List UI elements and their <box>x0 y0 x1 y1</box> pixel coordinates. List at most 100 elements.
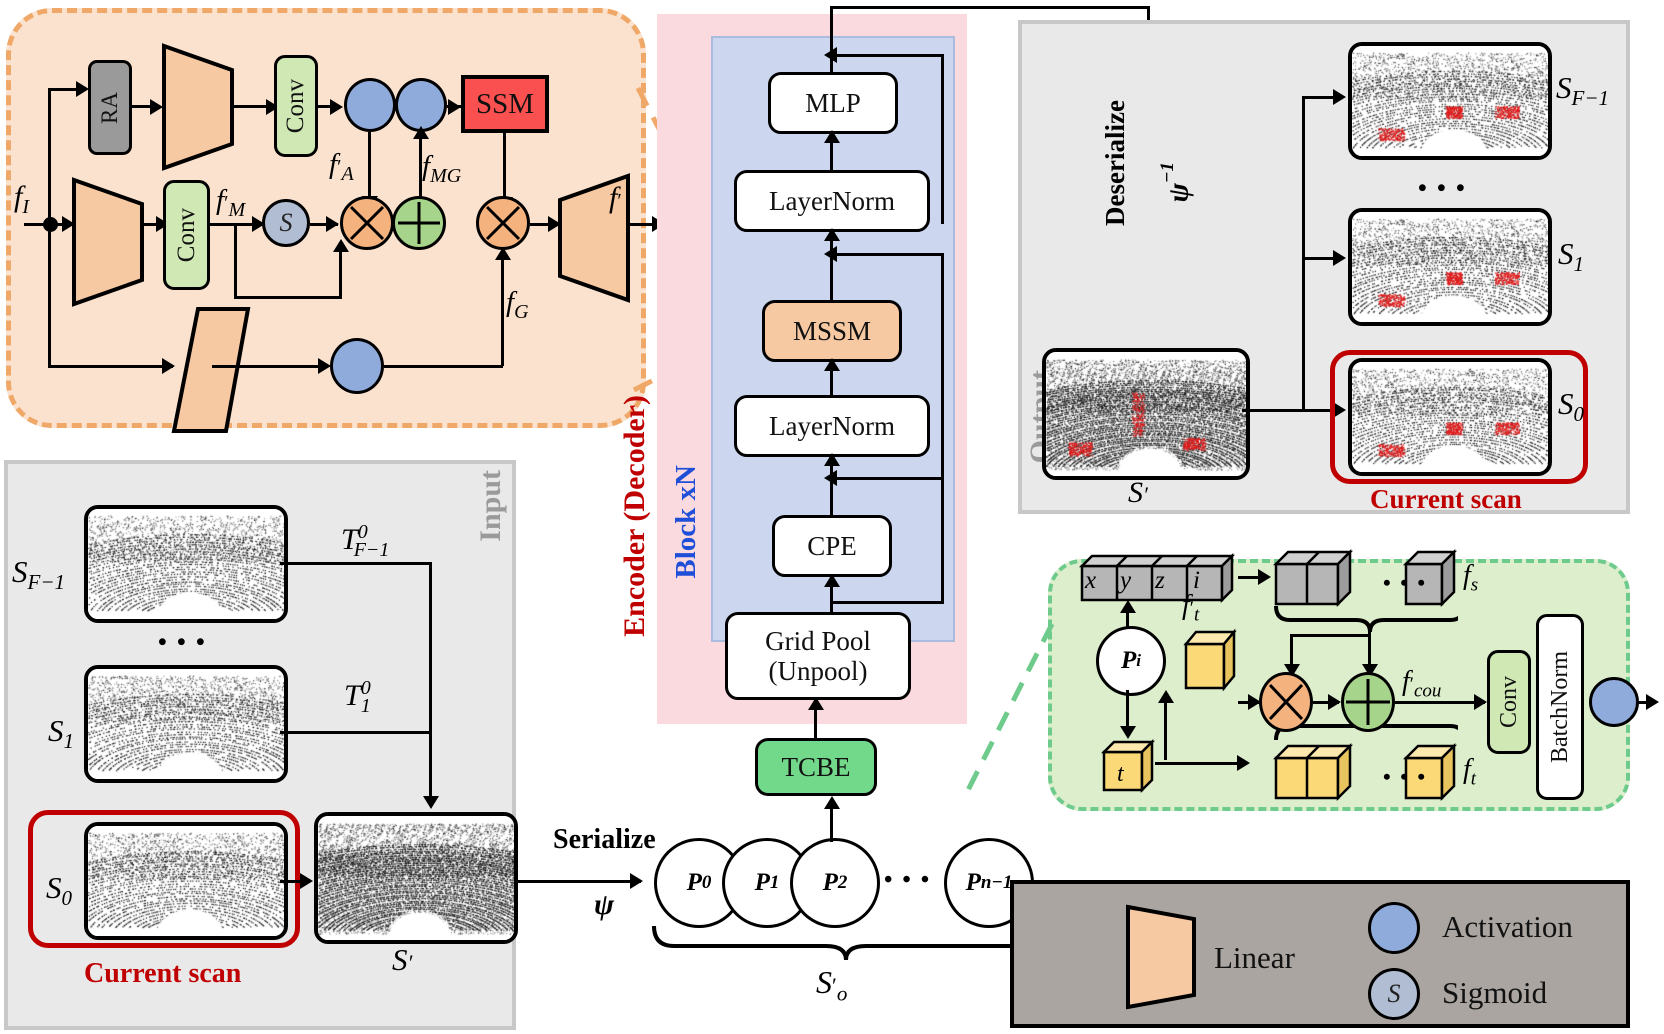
arrow-token-tcbe <box>824 796 840 809</box>
wire-tf-down <box>429 562 432 802</box>
add-circle <box>392 196 446 250</box>
arrow-res1 <box>824 470 837 486</box>
arrow-t-right <box>1237 755 1250 771</box>
arrow-cpe-ln1 <box>824 453 840 466</box>
output-scan-thumb-1 <box>1348 208 1552 326</box>
wire-t-ftprime <box>1164 694 1167 760</box>
wire-res3-top <box>836 54 944 57</box>
signal-ft-prime: f′t <box>1182 590 1200 626</box>
tcbe-batchnorm-block[interactable]: BatchNorm <box>1536 614 1584 800</box>
token-P2[interactable]: P2 <box>790 838 880 928</box>
input-title: Input <box>474 470 507 542</box>
scan-thumb-1 <box>84 665 288 783</box>
arrow-res2 <box>824 246 837 262</box>
deserialize-symbol: ψ−1 <box>1157 162 1195 203</box>
wire-fanout-h <box>1242 409 1304 412</box>
tcbe-block[interactable]: TCBE <box>755 738 877 796</box>
linear-bottom[interactable] <box>170 305 252 435</box>
token-ellipsis: • • • <box>884 867 932 893</box>
wire-res1-top <box>836 477 944 480</box>
token-brace <box>652 925 1040 961</box>
arrow-fanout-top <box>1333 89 1346 105</box>
linear-top[interactable] <box>160 42 236 172</box>
current-scan-label-output: Current scan <box>1370 484 1522 514</box>
activation-circle-mg <box>395 78 447 132</box>
wire-bottom-act <box>212 365 326 368</box>
ssm-block[interactable]: SSM <box>461 75 549 133</box>
arrow-mssm-ln2 <box>824 228 840 241</box>
stage-mssm[interactable]: MSSM <box>762 300 902 362</box>
tcbe-zoom-connector <box>961 622 1055 800</box>
field-z: z <box>1155 567 1165 594</box>
signal-f-M: f′M <box>216 184 246 221</box>
signal-ft: ft <box>1463 754 1477 790</box>
output-scan-label-0: S0 <box>1558 386 1584 427</box>
scan-thumb-0 <box>84 822 288 940</box>
wire-mlp-up <box>830 6 833 72</box>
output-scan-thumb-F-1 <box>1348 42 1552 160</box>
wire-fs-left <box>1290 634 1370 637</box>
wire-res2-v <box>941 253 944 480</box>
tcbe-conv-block[interactable]: Conv <box>1487 650 1531 754</box>
wire-res1-bottom <box>830 601 944 604</box>
wire-add-conv <box>1395 701 1485 704</box>
tcbe-activation-circle <box>1589 677 1639 727</box>
output-source-label: S′ <box>1128 476 1148 509</box>
arrow-fG <box>495 247 511 260</box>
stage-layernorm-2[interactable]: LayerNorm <box>734 170 930 232</box>
arrow-ln1-mssm <box>824 358 840 371</box>
serialize-label: Serialize <box>553 824 656 855</box>
linear-mid[interactable] <box>68 176 146 308</box>
time-label: t <box>1117 761 1124 787</box>
stage-layernorm-1[interactable]: LayerNorm <box>734 395 930 457</box>
wire-branch-up <box>48 88 51 226</box>
wire-fA <box>368 132 371 206</box>
legend-activation-circle <box>1368 902 1420 954</box>
ft-prime-cube <box>1180 626 1240 692</box>
legend-activation-label: Activation <box>1442 909 1573 944</box>
arrow-act-ssm <box>448 99 461 115</box>
block-title: Block xN <box>670 465 702 579</box>
stage-cpe[interactable]: CPE <box>772 515 892 577</box>
wire-res1-v <box>941 477 944 604</box>
ft-ellipsis: • • • <box>1383 764 1428 789</box>
multiply-circle-2 <box>476 196 530 250</box>
signal-f-A: f′A <box>329 148 354 185</box>
arrow-fMG <box>413 126 429 139</box>
transform-1: T01 <box>344 677 371 717</box>
arrow-ln2-mlp <box>824 130 840 143</box>
wire-tf2 <box>280 731 432 734</box>
multiply-circle-1 <box>340 196 394 250</box>
wire-t-right <box>1155 762 1247 765</box>
conv-mid-block[interactable]: Conv <box>163 180 210 290</box>
ra-block[interactable]: RA <box>88 60 132 155</box>
tcbe-multiply <box>1259 672 1313 732</box>
deserialize-label: Deserialize <box>1100 100 1130 226</box>
legend-linear-label: Linear <box>1214 940 1295 975</box>
arrow-s0-merge <box>300 873 313 889</box>
stage-mlp[interactable]: MLP <box>768 72 898 134</box>
output-scan-thumb-0 <box>1348 358 1552 476</box>
wire-skip-down <box>234 223 237 299</box>
merged-scan-thumb <box>314 812 518 944</box>
arrow-add-conv <box>1474 694 1487 710</box>
activation-circle-bottom <box>330 338 384 394</box>
tcbe-add <box>1341 672 1395 732</box>
fs-brace <box>1274 605 1458 633</box>
wire-fG-up <box>501 252 504 366</box>
conv-top-block[interactable]: Conv <box>274 55 318 157</box>
wire-branch-down <box>48 223 51 368</box>
arrow-tcbe-out <box>1646 694 1659 710</box>
field-i: i <box>1193 567 1200 594</box>
legend-sigmoid-circle: S <box>1368 968 1420 1020</box>
serialized-set-label: S′o <box>816 964 848 1006</box>
arrow-gridpool-cpe <box>824 574 840 587</box>
wire-mssm-ln2 <box>830 232 833 300</box>
wire-fG-right <box>384 365 503 368</box>
transform-F-1: T0F−1 <box>341 521 390 561</box>
arrow-pi-fields <box>1120 600 1136 613</box>
arrow-sigmoid-mul <box>326 216 339 232</box>
stage-grid-pool[interactable]: Grid Pool (Unpool) <box>725 612 911 700</box>
output-source-thumb <box>1042 348 1250 480</box>
scan-label-F-1: SF−1 <box>12 554 65 595</box>
